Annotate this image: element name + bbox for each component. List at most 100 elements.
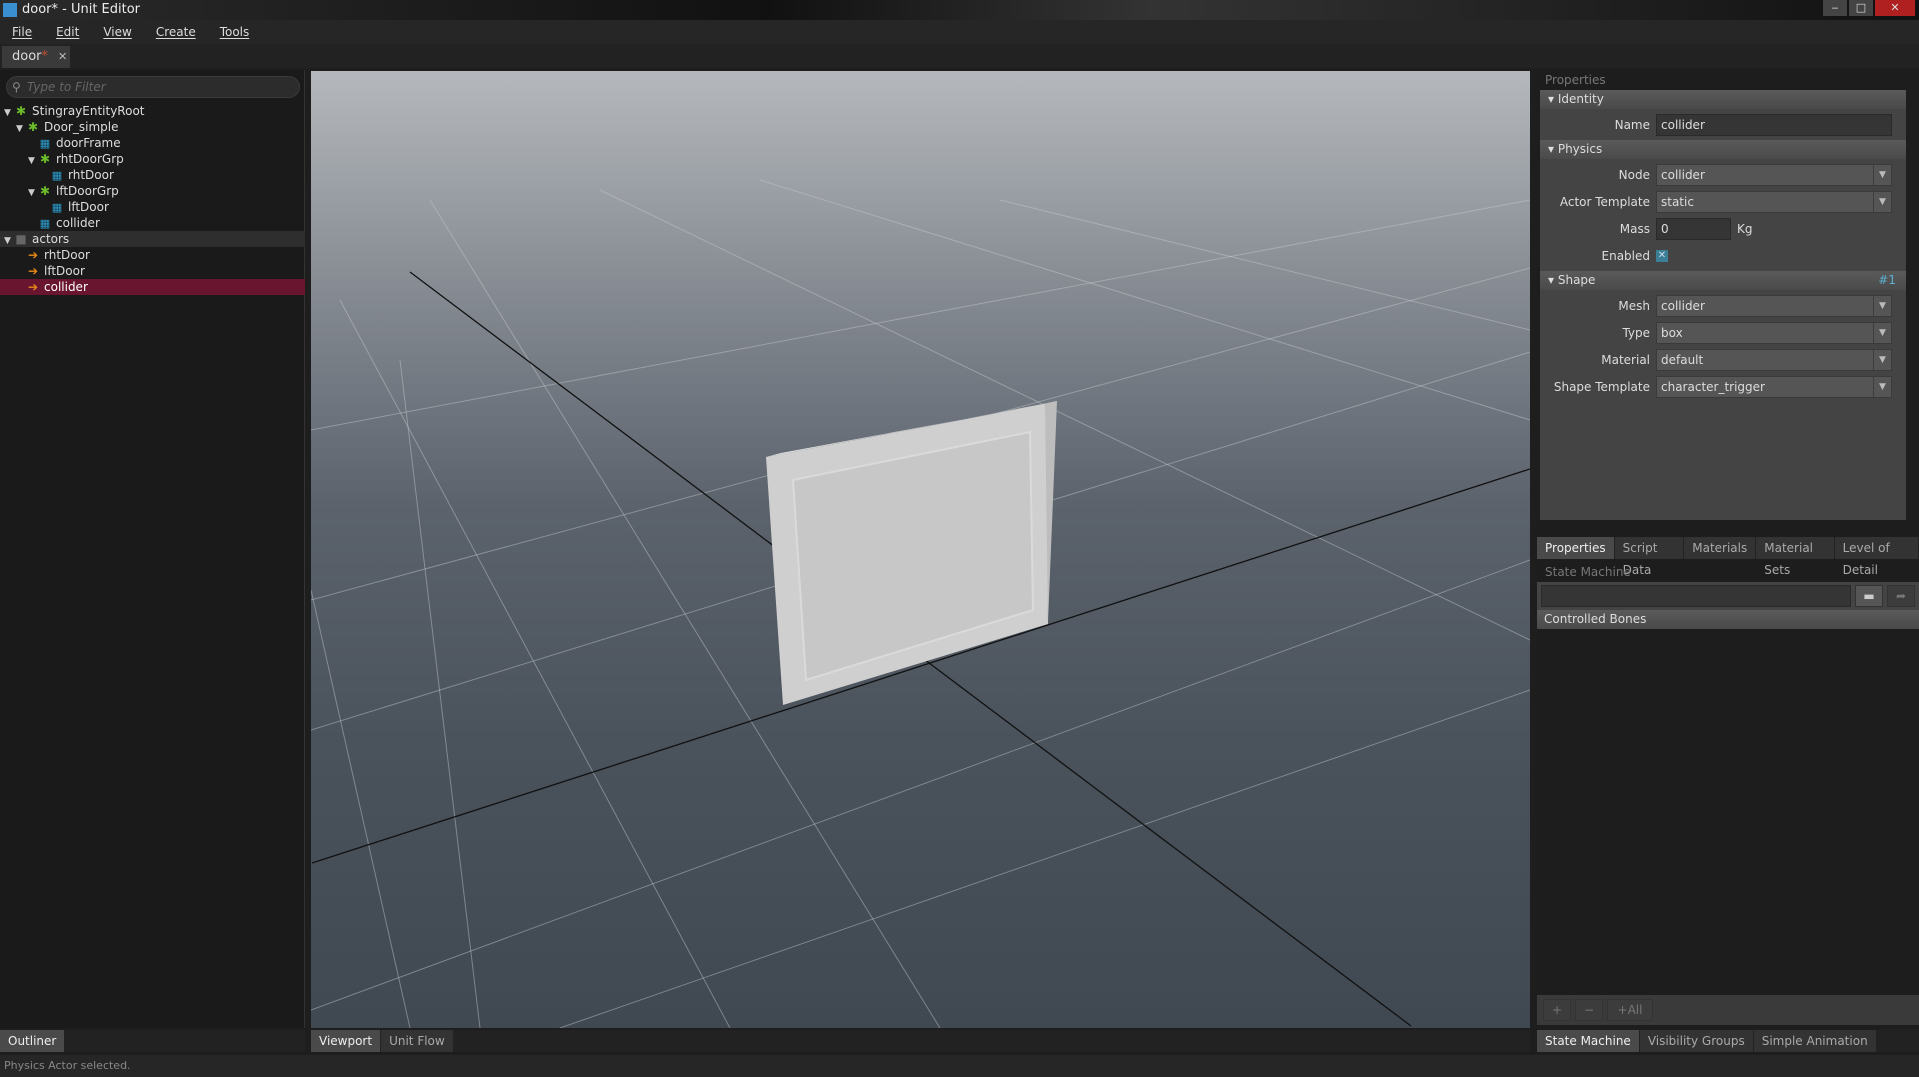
tree-item-label: doorFrame <box>56 136 121 150</box>
tree-item[interactable]: ▦ lftDoor <box>0 199 305 215</box>
material-value: default <box>1661 352 1704 367</box>
maximize-button[interactable]: □ <box>1849 0 1873 16</box>
mesh-dropdown[interactable]: collider ▼ <box>1656 294 1892 317</box>
tab-materials[interactable]: Materials <box>1684 537 1757 559</box>
entity-icon: ✱ <box>27 120 39 134</box>
tree-item[interactable]: ▼ ✱ Door_simple <box>0 119 305 135</box>
tab-unit-flow[interactable]: Unit Flow <box>381 1030 454 1052</box>
name-input[interactable]: collider <box>1656 113 1892 136</box>
actor-icon: ➔ <box>27 248 39 262</box>
tree-item[interactable]: ▦ doorFrame <box>0 135 305 151</box>
chevron-down-icon: ▼ <box>1873 376 1891 397</box>
properties-panel: Properties ▾ Identity Name collider ▾ Phy… <box>1537 70 1919 1028</box>
window-title: door* - Unit Editor <box>22 2 141 17</box>
document-tab-label: door <box>12 49 42 64</box>
close-button[interactable]: ✕ <box>1875 0 1915 16</box>
identity-section-header[interactable]: ▾ Identity <box>1540 90 1906 109</box>
menu-edit[interactable]: Edit <box>56 25 79 39</box>
node-value: collider <box>1661 167 1705 182</box>
state-machine-path-input[interactable] <box>1541 585 1851 607</box>
filter-placeholder: Type to Filter <box>27 80 106 94</box>
tab-script-data[interactable]: Script Data <box>1614 537 1685 577</box>
viewport-tabs: Viewport Unit Flow <box>311 1030 1530 1052</box>
tree-item[interactable]: ▦ rhtDoor <box>0 167 305 183</box>
tab-viewport[interactable]: Viewport <box>311 1030 382 1052</box>
bones-toolbar: + − +All <box>1537 995 1919 1025</box>
properties-tabs: Properties Script Data Materials Materia… <box>1537 537 1919 577</box>
entity-icon: ✱ <box>39 152 51 166</box>
material-dropdown[interactable]: default ▼ <box>1656 348 1892 371</box>
actor-icon: ➔ <box>27 264 39 278</box>
menu-file[interactable]: File <box>12 25 32 39</box>
tree-item[interactable]: ➔ lftDoor <box>0 263 305 279</box>
mass-input[interactable]: 0 <box>1656 217 1731 240</box>
tab-outliner[interactable]: Outliner <box>0 1030 66 1052</box>
type-value: box <box>1661 325 1683 340</box>
chevron-down-icon: ▼ <box>1873 295 1891 316</box>
viewport[interactable] <box>310 71 1531 1029</box>
menu-view[interactable]: View <box>103 25 131 39</box>
physics-title: Physics <box>1557 142 1603 156</box>
remove-bone-button[interactable]: − <box>1575 999 1603 1021</box>
shape-title: Shape <box>1557 273 1596 287</box>
properties-header: Properties <box>1545 73 1606 87</box>
tree-item[interactable]: ▼ ✱ lftDoorGrp <box>0 183 305 199</box>
tree-item-label: rhtDoor <box>68 168 114 182</box>
close-tab-icon[interactable]: ✕ <box>58 50 67 63</box>
tab-visibility-groups[interactable]: Visibility Groups <box>1639 1030 1754 1052</box>
add-bone-button[interactable]: + <box>1543 999 1571 1021</box>
node-label: Node <box>1618 167 1650 182</box>
outliner-tabs: Outliner <box>0 1030 305 1052</box>
tab-material-sets[interactable]: Material Sets <box>1756 537 1835 577</box>
tree-item-label: rhtDoor <box>44 248 90 262</box>
node-dropdown[interactable]: collider ▼ <box>1656 163 1892 186</box>
search-icon: ⚲ <box>12 80 21 94</box>
open-arrow-icon[interactable]: ➦ <box>1887 585 1915 607</box>
tree-item-label: lftDoorGrp <box>56 184 119 198</box>
tab-properties[interactable]: Properties <box>1537 537 1615 559</box>
menu-bar: File Edit View Create Tools <box>0 20 1919 44</box>
document-tab-bar <box>0 44 1919 68</box>
tree-item[interactable]: ➔ collider <box>0 279 305 295</box>
actor-template-label: Actor Template <box>1559 194 1650 209</box>
enabled-label: Enabled <box>1601 248 1651 263</box>
tab-state-machine[interactable]: State Machine <box>1537 1030 1640 1052</box>
menu-create[interactable]: Create <box>156 25 196 39</box>
filter-input[interactable]: ⚲ Type to Filter <box>6 76 300 98</box>
tree-item[interactable]: ▦ collider <box>0 215 305 231</box>
title-bar: door* - Unit Editor <box>0 0 1919 20</box>
tree-item[interactable]: ▼ ✱ StingrayEntityRoot <box>0 103 305 119</box>
shape-template-dropdown[interactable]: character_trigger ▼ <box>1656 375 1892 398</box>
tree-item[interactable]: ▼ ■ actors <box>0 231 305 247</box>
add-all-bones-button[interactable]: +All <box>1607 999 1653 1021</box>
tree-item-label: actors <box>32 232 70 246</box>
tree-item[interactable]: ▼ ✱ rhtDoorGrp <box>0 151 305 167</box>
tab-simple-animation[interactable]: Simple Animation <box>1753 1030 1877 1052</box>
folder-icon[interactable]: ▬ <box>1855 585 1883 607</box>
shape-section-header[interactable]: ▾ Shape #1 <box>1540 271 1906 290</box>
tree-item-label: StingrayEntityRoot <box>32 104 145 118</box>
folder-icon: ■ <box>15 232 27 246</box>
document-tab[interactable]: door* ✕ <box>2 46 70 68</box>
actor-template-dropdown[interactable]: static ▼ <box>1656 190 1892 213</box>
physics-section-header[interactable]: ▾ Physics <box>1540 140 1906 159</box>
tab-level-of-detail[interactable]: Level of Detail <box>1834 537 1919 577</box>
name-label: Name <box>1614 117 1650 132</box>
collider-box[interactable] <box>766 401 1057 705</box>
mesh-label: Mesh <box>1618 298 1650 313</box>
actor-icon: ➔ <box>27 280 39 294</box>
mass-label: Mass <box>1619 221 1650 236</box>
menu-tools[interactable]: Tools <box>220 25 250 39</box>
chevron-down-icon: ▼ <box>1873 164 1891 185</box>
tree-item[interactable]: ➔ rhtDoor <box>0 247 305 263</box>
mesh-icon: ▦ <box>39 217 51 230</box>
shape-index: #1 <box>1878 273 1896 287</box>
mesh-value: collider <box>1661 298 1705 313</box>
minimize-button[interactable]: ‒ <box>1823 0 1847 16</box>
type-dropdown[interactable]: box ▼ <box>1656 321 1892 344</box>
mesh-icon: ▦ <box>51 169 63 182</box>
outliner-tree: ▼ ✱ StingrayEntityRoot ▼ ✱ Door_simple ▦ doorFr… <box>0 103 305 295</box>
enabled-checkbox[interactable]: ✕ <box>1656 249 1668 262</box>
state-machine-tabs: State Machine Visibility Groups Simple A… <box>1537 1030 1919 1052</box>
material-label: Material <box>1601 352 1650 367</box>
